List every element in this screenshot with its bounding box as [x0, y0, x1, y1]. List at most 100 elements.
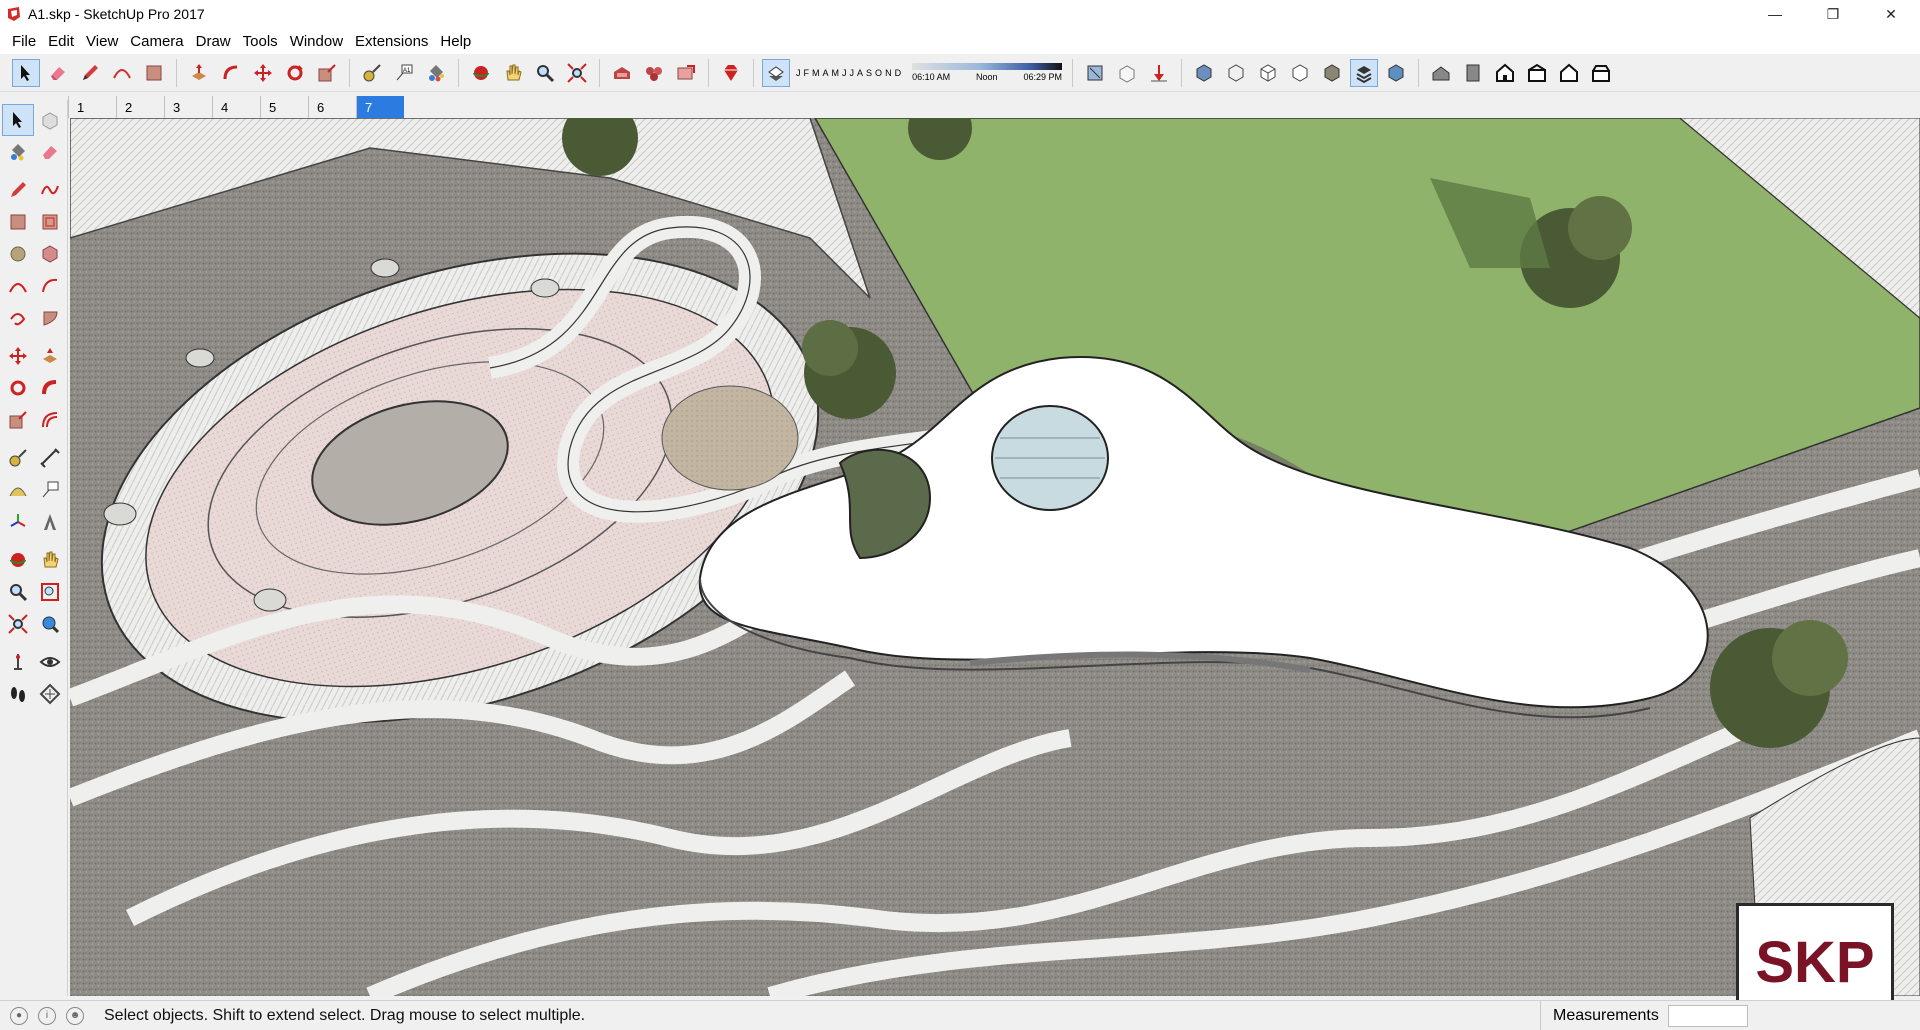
scale-button[interactable]	[313, 59, 341, 87]
paint-bucket-button[interactable]	[422, 59, 450, 87]
scene-tab-3[interactable]: 3	[164, 96, 212, 118]
style-hidden-line-button[interactable]	[1254, 59, 1282, 87]
scene-tab-4[interactable]: 4	[212, 96, 260, 118]
ruby-console-button[interactable]	[717, 59, 745, 87]
zoom-button[interactable]	[531, 59, 559, 87]
close-button[interactable]: ✕	[1862, 0, 1920, 28]
iso-view-button[interactable]	[1427, 59, 1455, 87]
shape-tool-button[interactable]	[140, 59, 168, 87]
menu-extensions[interactable]: Extensions	[349, 33, 434, 50]
palette-2pt-arc-button[interactable]	[34, 270, 66, 302]
style-wireframe-button[interactable]	[1222, 59, 1250, 87]
palette-protractor-button[interactable]	[2, 474, 34, 506]
palette-rotated-rectangle-button[interactable]	[34, 206, 66, 238]
palette-look-around-button[interactable]	[34, 646, 66, 678]
follow-me-button[interactable]	[217, 59, 245, 87]
palette-walk-button[interactable]	[2, 678, 34, 710]
palette-3pt-arc-button[interactable]	[2, 302, 34, 334]
zoom-extents-button[interactable]	[563, 59, 591, 87]
scene-tab-1[interactable]: 1	[68, 96, 116, 118]
palette-pie-button[interactable]	[34, 302, 66, 334]
line-tool-button[interactable]	[76, 59, 104, 87]
model-viewport[interactable]	[70, 118, 1920, 996]
palette-section-plane-button[interactable]	[34, 678, 66, 710]
rotate-button[interactable]	[281, 59, 309, 87]
palette-arc-button[interactable]	[2, 270, 34, 302]
scene-tab-7[interactable]: 7	[356, 96, 404, 118]
scene-tab-5[interactable]: 5	[260, 96, 308, 118]
share-model-button[interactable]	[672, 59, 700, 87]
style-textures-button[interactable]	[1318, 59, 1346, 87]
palette-rotate-button[interactable]	[2, 372, 34, 404]
front-view-button[interactable]	[1491, 59, 1519, 87]
palette-text-button[interactable]	[34, 474, 66, 506]
menu-help[interactable]: Help	[434, 33, 477, 50]
right-view-button[interactable]	[1523, 59, 1551, 87]
palette-make-component-button[interactable]	[34, 104, 66, 136]
palette-move-button[interactable]	[2, 340, 34, 372]
shadow-date-slider[interactable]: J F M A M J J A S O N D	[796, 58, 904, 88]
style-active-button[interactable]	[1350, 58, 1379, 87]
measurements-input[interactable]	[1668, 1005, 1748, 1027]
text-tool-button[interactable]: A1	[390, 59, 418, 87]
geo-location-icon[interactable]: ●	[10, 1006, 28, 1025]
menu-camera[interactable]: Camera	[124, 33, 189, 50]
user-account-icon[interactable]: ☻	[66, 1006, 84, 1025]
minimize-button[interactable]: —	[1746, 0, 1804, 28]
palette-polygon-button[interactable]	[34, 238, 66, 270]
back-view-button[interactable]	[1555, 59, 1583, 87]
menu-file[interactable]: File	[6, 33, 42, 50]
menu-view[interactable]: View	[80, 33, 124, 50]
arc-tool-button[interactable]	[108, 59, 136, 87]
palette-circle-button[interactable]	[2, 238, 34, 270]
xray-button[interactable]	[1081, 59, 1109, 87]
palette-push-pull-button[interactable]	[34, 340, 66, 372]
palette-paint-bucket-button[interactable]	[2, 136, 34, 168]
select-tool-button[interactable]	[12, 58, 40, 87]
palette-eraser-button[interactable]	[34, 136, 66, 168]
palette-zoom-window-button[interactable]	[34, 576, 66, 608]
left-view-button[interactable]	[1587, 59, 1615, 87]
menu-draw[interactable]: Draw	[190, 33, 237, 50]
pan-button[interactable]	[499, 59, 527, 87]
palette-tape-measure-button[interactable]	[2, 442, 34, 474]
palette-scale-button[interactable]	[2, 404, 34, 436]
credits-icon[interactable]: i	[38, 1006, 56, 1025]
palette-freehand-button[interactable]	[34, 174, 66, 206]
top-view-button[interactable]	[1459, 59, 1487, 87]
orbit-button[interactable]	[467, 59, 495, 87]
palette-rectangle-button[interactable]	[2, 206, 34, 238]
shadow-time-slider[interactable]: 06:10 AM Noon 06:29 PM	[912, 58, 1063, 88]
palette-pan-button[interactable]	[34, 544, 66, 576]
restore-button[interactable]: ❐	[1804, 0, 1862, 28]
palette-select-button[interactable]	[2, 104, 34, 136]
drop-button[interactable]	[1145, 59, 1173, 87]
palette-follow-me-button[interactable]	[34, 372, 66, 404]
palette-orbit-button[interactable]	[2, 544, 34, 576]
palette-3d-text-button[interactable]	[34, 506, 66, 538]
components-button[interactable]	[640, 59, 668, 87]
move-button[interactable]	[249, 59, 277, 87]
warehouse-button[interactable]	[608, 59, 636, 87]
style-xray-button[interactable]	[1190, 59, 1218, 87]
shadows-toggle-button[interactable]	[762, 58, 790, 87]
palette-line-button[interactable]	[2, 174, 34, 206]
back-edges-button[interactable]	[1113, 59, 1141, 87]
scene-tab-6[interactable]: 6	[308, 96, 356, 118]
tape-measure-button[interactable]	[358, 59, 386, 87]
style-monochrome-button[interactable]	[1382, 59, 1410, 87]
eraser-tool-button[interactable]	[44, 59, 72, 87]
menu-edit[interactable]: Edit	[42, 33, 80, 50]
palette-zoom-button[interactable]	[2, 576, 34, 608]
palette-position-camera-button[interactable]	[2, 646, 34, 678]
palette-dimension-button[interactable]	[34, 442, 66, 474]
palette-zoom-extents-button[interactable]	[2, 608, 34, 640]
style-shaded-button[interactable]	[1286, 59, 1314, 87]
palette-axes-button[interactable]	[2, 506, 34, 538]
push-pull-button[interactable]	[185, 59, 213, 87]
palette-previous-view-button[interactable]	[34, 608, 66, 640]
scene-tab-2[interactable]: 2	[116, 96, 164, 118]
menu-tools[interactable]: Tools	[237, 33, 284, 50]
palette-offset-button[interactable]	[34, 404, 66, 436]
menu-window[interactable]: Window	[284, 33, 349, 50]
